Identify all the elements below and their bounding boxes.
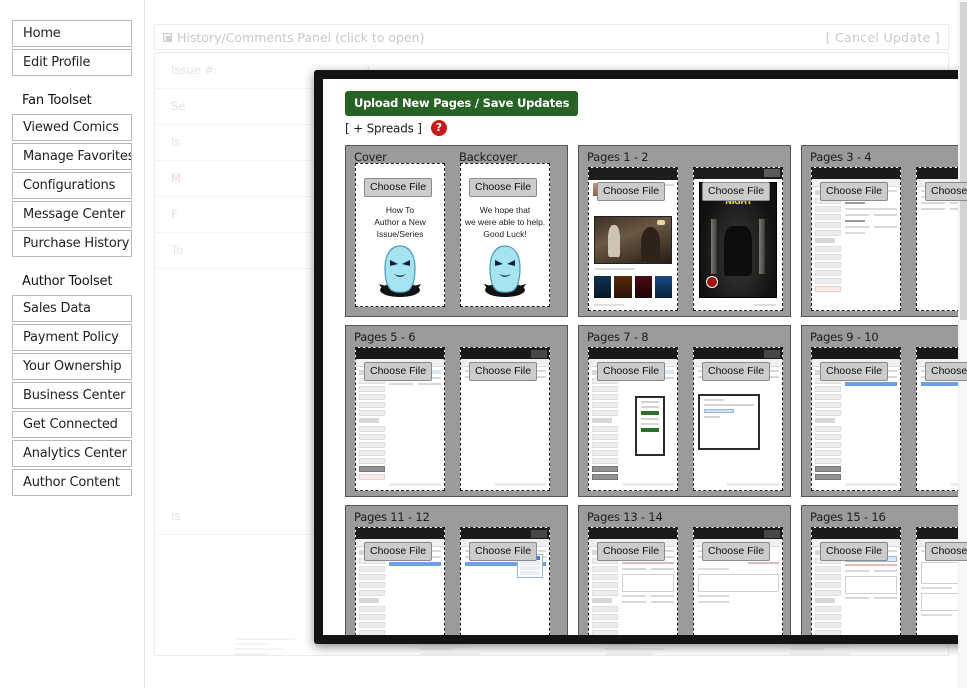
slot-page-9[interactable]: Choose File [811, 347, 901, 491]
sidebar-item-configurations[interactable]: Configurations [12, 172, 132, 199]
slot-page-6[interactable]: Choose File [460, 347, 550, 491]
sidebar-item-analytics-center[interactable]: Analytics Center [12, 440, 132, 467]
slot-page-8[interactable]: Choose File [693, 347, 783, 491]
panel-title: Pages 5 - 6 [354, 330, 416, 344]
choose-file-button[interactable]: Choose File [820, 182, 889, 201]
choose-file-button[interactable]: Choose File [597, 362, 666, 381]
sidebar-item-home[interactable]: Home [12, 20, 132, 47]
bg-form-label: Issue #: [171, 63, 218, 77]
page-upload-grid: Cover Backcover How To Author a New Issue/… [345, 145, 967, 635]
panel-title: Pages 9 - 10 [810, 330, 879, 344]
panel-title: Pages 13 - 14 [587, 510, 663, 524]
slot-page-12[interactable]: Choose File [460, 527, 550, 635]
choose-file-button[interactable]: Choose File [925, 362, 967, 381]
next-arrow-icon[interactable]: › [780, 230, 782, 248]
slot-page-3[interactable]: Choose File [811, 167, 901, 311]
slot-backcover[interactable]: We hope that we were able to help. Good Lu… [460, 163, 550, 307]
upload-pages-modal: Upload New Pages / Save Updates [ + Spre… [314, 70, 967, 644]
choose-file-button[interactable]: Choose File [364, 362, 433, 381]
choose-file-button[interactable]: Choose File [702, 542, 771, 561]
bg-form-label: Se [171, 99, 186, 113]
sidebar-group-author-toolset: Author Toolset [22, 274, 113, 289]
slot-page-7[interactable]: Choose File [588, 347, 678, 491]
choose-file-button[interactable]: Choose File [597, 182, 666, 201]
panel-title: Pages 7 - 8 [587, 330, 649, 344]
sidebar: Home Edit Profile Fan Toolset Viewed Com… [0, 0, 145, 688]
sidebar-item-author-content[interactable]: Author Content [12, 469, 132, 496]
slot-page-11[interactable]: Choose File [355, 527, 445, 635]
main-content: History/Comments Panel (click to open) [… [146, 0, 967, 688]
slot-page-2[interactable]: THE MOVIENIGHT Choose File › [693, 167, 783, 311]
panel-title: Pages 11 - 12 [354, 510, 430, 524]
slot-cover[interactable]: How To Author a New Issue/Series Choose … [355, 163, 445, 307]
upload-new-pages-save-updates-button[interactable]: Upload New Pages / Save Updates [345, 91, 579, 116]
choose-file-button[interactable]: Choose File [820, 362, 889, 381]
slot-page-14[interactable]: Choose File [693, 527, 783, 635]
sidebar-item-your-ownership[interactable]: Your Ownership [12, 353, 132, 380]
spreads-row: [ + Spreads ]? [345, 120, 447, 137]
add-spreads-link[interactable]: [ + Spreads ] [345, 122, 422, 136]
backcover-caption: We hope that we were able to help. Good Lu… [464, 205, 546, 239]
choose-file-button[interactable]: Choose File [364, 542, 433, 561]
cancel-update-button[interactable]: [ Cancel Update ] [826, 25, 940, 50]
choose-file-button[interactable]: Choose File [597, 542, 666, 561]
history-panel-left: History/Comments Panel (click to open) [163, 25, 424, 50]
panel-title: Pages 15 - 16 [810, 510, 886, 524]
panel-title: Pages 1 - 2 [587, 150, 649, 164]
choose-file-button[interactable]: Choose File [702, 182, 771, 201]
panel-cover-backcover: Cover Backcover How To Author a New Issue/… [345, 145, 568, 317]
choose-file-button[interactable]: Choose File [925, 182, 967, 201]
sidebar-item-edit-profile[interactable]: Edit Profile [12, 49, 132, 76]
slot-page-1[interactable]: Choose File [588, 167, 678, 311]
sidebar-item-sales-data[interactable]: Sales Data [12, 295, 132, 322]
slot-page-15[interactable]: Choose File [811, 527, 901, 635]
bg-form-label: M [171, 171, 181, 185]
panel-pages-15-16: Pages 15 - 16 Choose File Choose [801, 505, 967, 635]
choose-file-button[interactable]: Choose File [925, 542, 967, 561]
history-comments-panel-bar[interactable]: History/Comments Panel (click to open) [… [154, 24, 949, 50]
cover-caption: How To Author a New Issue/Series [374, 205, 426, 239]
page-scrollbar[interactable] [958, 0, 967, 688]
panel-pages-3-4: Pages 3 - 4 Choose File Choose [801, 145, 967, 317]
sidebar-item-purchase-history[interactable]: Purchase History [12, 230, 132, 257]
slot-page-5[interactable]: Choose File [355, 347, 445, 491]
page-scrollbar-thumb[interactable] [960, 2, 967, 320]
panel-pages-5-6: Pages 5 - 6 Choose File Choose File [345, 325, 568, 497]
panel-pages-11-12: Pages 11 - 12 Choose File Choose File [345, 505, 568, 635]
panel-pages-13-14: Pages 13 - 14 Choose File Choose File [578, 505, 791, 635]
bg-form-label: To [171, 243, 184, 257]
ghost-mascot-icon [484, 245, 526, 297]
inline-dialog-overlay [635, 396, 665, 456]
panel-title-cover: Cover [354, 150, 387, 164]
sidebar-item-manage-favorites[interactable]: Manage Favorites [12, 143, 132, 170]
history-panel-label: History/Comments Panel (click to open) [177, 30, 425, 45]
choose-file-button[interactable]: Choose File [469, 542, 538, 561]
slot-page-13[interactable]: Choose File [588, 527, 678, 635]
sidebar-item-message-center[interactable]: Message Center [12, 201, 132, 228]
panel-pages-9-10: Pages 9 - 10 Choose File Choose [801, 325, 967, 497]
choose-file-button[interactable]: Choose File [702, 362, 771, 381]
panel-pages-7-8: Pages 7 - 8 Choose File Choose File [578, 325, 791, 497]
modal-inner: Upload New Pages / Save Updates [ + Spre… [323, 79, 967, 635]
choose-file-button[interactable]: Choose File [469, 178, 538, 197]
ghost-mascot-icon [379, 245, 421, 297]
sidebar-item-payment-policy[interactable]: Payment Policy [12, 324, 132, 351]
modal-dialog-overlay [698, 394, 760, 450]
sidebar-item-viewed-comics[interactable]: Viewed Comics [12, 114, 132, 141]
sidebar-item-business-center[interactable]: Business Center [12, 382, 132, 409]
choose-file-button[interactable]: Choose File [469, 362, 538, 381]
help-icon[interactable]: ? [430, 120, 447, 136]
bg-form-label: Is [171, 135, 181, 149]
choose-file-button[interactable]: Choose File [820, 542, 889, 561]
expand-icon [163, 33, 172, 42]
bg-form-label: Is [171, 509, 181, 523]
choose-file-button[interactable]: Choose File [364, 178, 433, 197]
panel-pages-1-2: Pages 1 - 2 Choose File NIGHT Choose Fil… [578, 145, 791, 317]
bg-form-label: F [171, 207, 178, 221]
sidebar-group-fan-toolset: Fan Toolset [22, 93, 92, 108]
sidebar-item-get-connected[interactable]: Get Connected [12, 411, 132, 438]
panel-title-backcover: Backcover [459, 150, 518, 164]
panel-title: Pages 3 - 4 [810, 150, 872, 164]
